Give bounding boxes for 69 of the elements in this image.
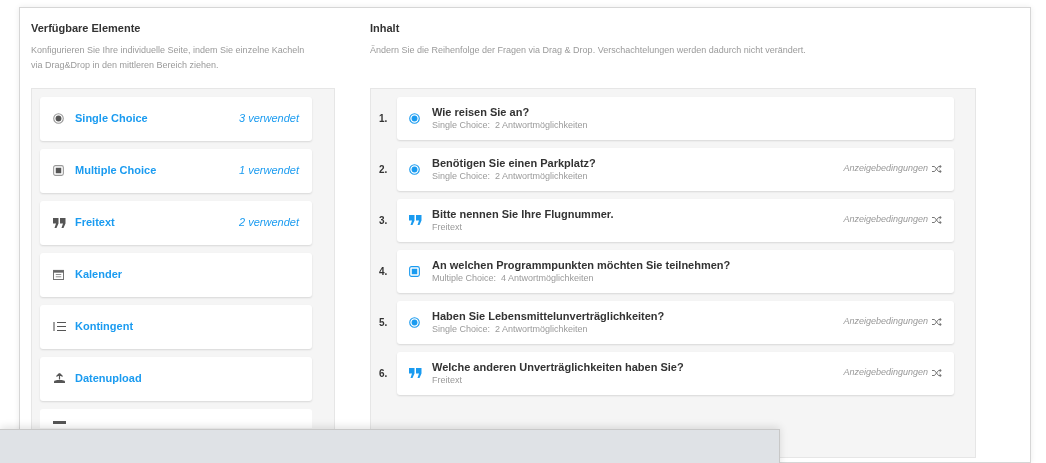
question-type: Single Choice: [432, 169, 491, 182]
radio-icon [53, 113, 64, 124]
question-card[interactable]: Wie reisen Sie an? Single Choice: 2 Antwortmöglichkeiten [397, 96, 954, 140]
question-type: Freitext [432, 220, 462, 233]
question-title: Welche anderen Unverträglichkeiten haben Sie? [432, 360, 684, 374]
question-number: 6. [378, 366, 389, 381]
radio-icon [409, 112, 420, 124]
tile-label: Multiple Choice [75, 163, 157, 179]
question-type: Single Choice: [432, 322, 491, 335]
quote-icon [409, 215, 422, 225]
radio-icon [409, 163, 420, 175]
display-conditions-link[interactable]: Anzeigebedingungen [843, 366, 942, 380]
shuffle-icon [932, 369, 942, 377]
question-title: Benötigen Sie einen Parkplatz? [432, 156, 596, 170]
question-card[interactable]: An welchen Programmpunkten möchten Sie teilnehmen? Multiple Choice: 4 Antwortmöglichkeiten [397, 249, 954, 293]
question-title: An welchen Programmpunkten möchten Sie teilnehmen? [432, 258, 731, 272]
checkbox-icon [53, 165, 64, 176]
list-icon [53, 321, 66, 332]
usage-count: 2 verwendet [239, 215, 299, 231]
display-conditions-link[interactable]: Anzeigebedingungen [843, 162, 942, 176]
question-title: Wie reisen Sie an? [432, 105, 531, 119]
question-title: Bitte nennen Sie Ihre Flugnummer. [432, 207, 614, 221]
section-title: Inhalt [370, 21, 401, 36]
question-card[interactable]: Haben Sie Lebensmittelunverträglichkeiten? Single Choice: 2 Antwortmöglichkeiten Anzeigebedingungen [397, 300, 954, 344]
question-number: 5. [378, 315, 389, 330]
element-tile[interactable]: Single Choice 3 verwendet [40, 96, 312, 141]
element-tile[interactable]: Kontingent [40, 304, 312, 349]
shuffle-icon [932, 318, 942, 326]
question-card[interactable]: Bitte nennen Sie Ihre Flugnummer. Freitext Anzeigebedingungen [397, 198, 954, 242]
element-tile[interactable]: Kalender [40, 252, 312, 297]
question-type: Single Choice: [432, 118, 491, 131]
answer-count: 2 Antwortmöglichkeiten [495, 169, 588, 182]
checkbox-icon [409, 265, 420, 277]
display-conditions-link[interactable]: Anzeigebedingungen [843, 315, 942, 329]
question-type: Multiple Choice: [432, 271, 497, 284]
question-number: 4. [378, 264, 389, 279]
question-number: 2. [378, 162, 389, 177]
tile-label: Datenupload [75, 371, 142, 387]
element-tile[interactable] [40, 408, 312, 428]
answer-count: 2 Antwortmöglichkeiten [495, 322, 588, 335]
section-description: Ändern Sie die Reihenfolge der Fragen via Drag & Drop. Verschachtelungen werden dadurch nicht verändert. [370, 43, 807, 57]
usage-count: 1 verwendet [239, 163, 299, 179]
question-number: 3. [378, 213, 389, 228]
section-title: Verfügbare Elemente [31, 21, 142, 36]
element-tile[interactable]: Datenupload [40, 356, 312, 401]
calendar-icon [53, 269, 64, 280]
tile-label: Kontingent [75, 319, 134, 335]
question-title: Haben Sie Lebensmittelunverträglichkeiten? [432, 309, 665, 323]
shuffle-icon [932, 216, 942, 224]
element-tile[interactable]: Multiple Choice 1 verwendet [40, 148, 312, 193]
upload-icon [53, 372, 66, 385]
quote-icon [409, 368, 422, 378]
usage-count: 3 verwendet [239, 111, 299, 127]
question-card[interactable]: Benötigen Sie einen Parkplatz? Single Choice: 2 Antwortmöglichkeiten Anzeigebedingungen [397, 147, 954, 191]
shuffle-icon [932, 165, 942, 173]
element-tile[interactable]: Freitext 2 verwendet [40, 200, 312, 245]
question-type: Freitext [432, 373, 462, 386]
answer-count: 4 Antwortmöglichkeiten [501, 271, 594, 284]
tile-label: Freitext [75, 215, 115, 231]
tile-label: Single Choice [75, 111, 148, 127]
question-card[interactable]: Welche anderen Unverträglichkeiten haben Sie? Freitext Anzeigebedingungen [397, 351, 954, 395]
radio-icon [409, 316, 420, 328]
answer-count: 2 Antwortmöglichkeiten [495, 118, 588, 131]
tile-label: Kalender [75, 267, 123, 283]
section-description: Konfigurieren Sie Ihre individuelle Seite, indem Sie einzelne Kacheln via Drag&Drop in den mittleren Bereich ziehen. [31, 43, 306, 72]
display-conditions-link[interactable]: Anzeigebedingungen [843, 213, 942, 227]
quote-icon [53, 217, 66, 228]
question-number: 1. [378, 111, 389, 126]
text-block-icon [53, 420, 66, 424]
